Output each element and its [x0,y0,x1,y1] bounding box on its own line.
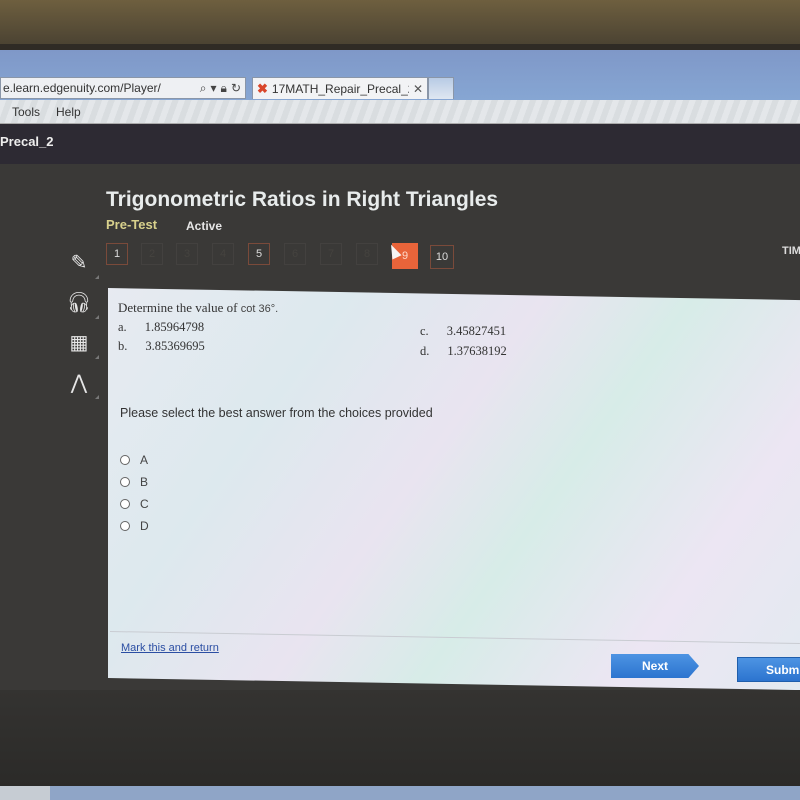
monitor-lower-area [0,690,800,800]
tab-close-icon[interactable]: ✕ [413,82,427,96]
option-label[interactable]: C [140,497,149,511]
question-4-button[interactable]: 4 [212,243,234,265]
pencil-icon[interactable]: ✎ [56,242,102,282]
new-tab-button[interactable] [428,77,454,99]
os-taskbar [0,786,800,800]
status-label: Active [186,219,223,233]
browser-tab[interactable]: ✖ 17MATH_Repair_Precal_2 - ... ✕ [252,77,428,99]
option-a-radio[interactable]: A [120,449,149,471]
question-6-button[interactable]: 6 [284,243,306,265]
question-8-button[interactable]: 8 [356,243,378,265]
question-text: Determine the value of cot 36°. [118,300,278,316]
choice-a: a. 1.85964798 [118,320,204,335]
choice-c: c. 3.45827451 [420,324,506,339]
radio-circle-icon[interactable] [120,499,130,509]
choice-value: 3.85369695 [145,339,205,353]
edgenuity-favicon-icon: ✖ [257,80,268,96]
timer-label: TIM [782,245,800,257]
headphones-icon[interactable]: 🎧︎ [56,282,102,322]
assessment-type: Pre-Test [106,217,158,232]
taskbar-start-area[interactable] [0,786,50,800]
question-2-button[interactable]: 2 [141,243,163,265]
course-name: Precal_2 [0,134,54,149]
question-1-button[interactable]: 1 [106,243,128,265]
choice-letter: b. [118,339,128,353]
lock-icon: 🔒︎ [220,80,227,95]
choice-value: 1.37638192 [447,344,507,358]
option-c-radio[interactable]: C [120,493,149,515]
question-math: cot 36°. [240,303,279,315]
next-button[interactable]: Next [611,654,699,678]
option-label[interactable]: D [140,519,149,533]
url-text[interactable]: e.learn.edgenuity.com/Player/ [3,81,200,95]
menu-tools[interactable]: Tools [12,105,40,119]
question-stem: Determine the value of [118,300,238,315]
radio-circle-icon[interactable] [120,455,130,465]
choice-letter: c. [420,324,429,338]
option-label[interactable]: A [140,453,148,467]
search-icon[interactable]: ⌕ [200,81,207,96]
dropdown-icon[interactable]: ▾ [211,81,217,95]
answer-options: A B C D [120,449,149,537]
radio-circle-icon[interactable] [120,477,130,487]
question-7-button[interactable]: 7 [320,243,342,265]
question-3-button[interactable]: 3 [176,243,198,265]
question-10-button[interactable]: 10 [430,245,454,269]
option-label[interactable]: B [140,475,148,489]
address-bar[interactable]: e.learn.edgenuity.com/Player/ ⌕ ▾ 🔒︎ ↻ [0,77,246,99]
refresh-icon[interactable]: ↻ [231,81,241,95]
monitor-bezel [0,0,800,46]
option-b-radio[interactable]: B [120,471,149,493]
choice-letter: d. [420,344,430,358]
tool-rail: ✎ 🎧︎ ▦ ⋀ [56,242,102,402]
answer-prompt: Please select the best answer from the c… [120,406,433,420]
menu-help[interactable]: Help [56,105,81,119]
lesson-title: Trigonometric Ratios in Right Triangles [106,188,499,211]
question-5-button[interactable]: 5 [248,243,270,265]
choice-b: b. 3.85369695 [118,339,205,354]
choice-value: 3.45827451 [446,324,507,338]
option-d-radio[interactable]: D [120,515,149,537]
mark-and-return-link[interactable]: Mark this and return [121,642,219,654]
tab-title: 17MATH_Repair_Precal_2 - ... [271,81,409,96]
radio-circle-icon[interactable] [120,521,130,531]
collapse-arrow-icon[interactable]: ⋀ [56,362,102,402]
menu-bar: Tools Help [0,100,800,124]
choice-letter: a. [118,320,127,334]
submit-button[interactable]: Subm [737,657,800,682]
calculator-icon[interactable]: ▦ [56,322,102,362]
choice-d: d. 1.37638192 [420,344,507,359]
app-header: Precal_2 [0,124,800,164]
choice-value: 1.85964798 [144,320,205,334]
